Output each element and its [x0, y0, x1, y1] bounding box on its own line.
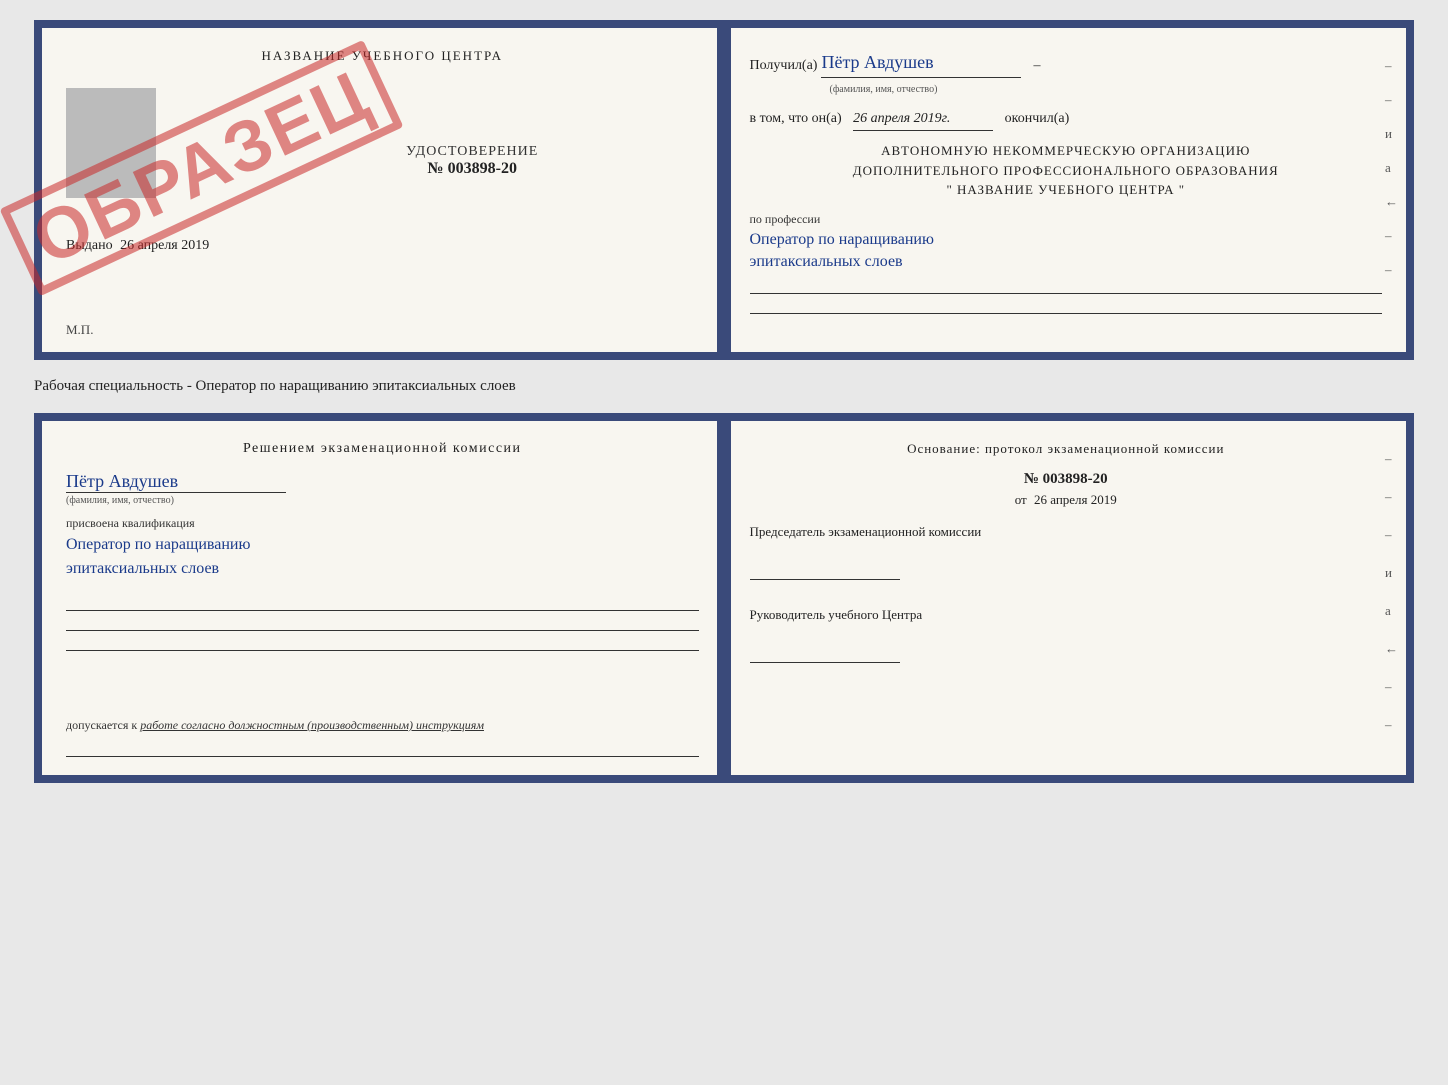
- profession-line2: эпитаксиальных слоев: [750, 253, 903, 270]
- prisvoena-label: присвоена квалификация: [66, 516, 699, 531]
- dash2-r4: и: [1385, 565, 1398, 581]
- spine-2: [717, 421, 731, 775]
- cert2-left: Решением экзаменационной комиссии Пётр А…: [42, 421, 726, 775]
- vtom-line: в том, что он(а) 26 апреля 2019г. окончи…: [750, 108, 1383, 131]
- dash-r5: ←: [1385, 194, 1398, 210]
- right-dashes-1: – – и а ← – –: [1385, 58, 1398, 278]
- dash-r4: а: [1385, 160, 1398, 176]
- ot-label: от: [1015, 492, 1027, 507]
- rukovoditel-signature: [750, 645, 900, 663]
- resheniem-title: Решением экзаменационной комиссии: [66, 441, 699, 457]
- caption-text: Рабочая специальность - Оператор по нара…: [34, 376, 1414, 397]
- photo-placeholder: [66, 88, 156, 198]
- predsedatel-block: Председатель экзаменационной комиссии: [750, 522, 1383, 585]
- vydano-text: Выдано: [66, 238, 113, 253]
- org-line3: " НАЗВАНИЕ УЧЕБНОГО ЦЕНТРА ": [750, 180, 1383, 200]
- dash-r1: –: [1385, 58, 1398, 74]
- cert1-left: НАЗВАНИЕ УЧЕБНОГО ЦЕНТРА УДОСТОВЕРЕНИЕ №…: [42, 28, 726, 352]
- ot-date: 26 апреля 2019: [1034, 492, 1117, 507]
- dash2-r5: а: [1385, 603, 1398, 619]
- dash-r7: –: [1385, 262, 1398, 278]
- dash2-r1: –: [1385, 451, 1398, 467]
- org-line1: АВТОНОМНУЮ НЕКОММЕРЧЕСКУЮ ОРГАНИЗАЦИЮ: [750, 141, 1383, 161]
- underline-2: [750, 296, 1383, 314]
- vtom-label: в том, что он(а): [750, 111, 842, 126]
- dash2-r2: –: [1385, 489, 1398, 505]
- document-wrapper: НАЗВАНИЕ УЧЕБНОГО ЦЕНТРА УДОСТОВЕРЕНИЕ №…: [34, 20, 1414, 783]
- dash-r2: –: [1385, 92, 1398, 108]
- underline-3: [66, 593, 699, 611]
- cert2-name-line: Пётр Авдушев (фамилия, имя, отчество): [66, 471, 699, 506]
- dash-r3: и: [1385, 126, 1398, 142]
- vydano-line: Выдано 26 апреля 2019: [66, 238, 699, 254]
- dash2-r6: ←: [1385, 641, 1398, 657]
- predsedatel-signature: [750, 562, 900, 580]
- spine-1: [717, 28, 731, 352]
- certificate-1: НАЗВАНИЕ УЧЕБНОГО ЦЕНТРА УДОСТОВЕРЕНИЕ №…: [34, 20, 1414, 360]
- poluchil-line: Получил(а) Пётр Авдушев –: [750, 48, 1383, 78]
- dash2-r7: –: [1385, 679, 1398, 695]
- vydano-date: 26 апреля 2019: [120, 238, 209, 253]
- underline-4: [66, 613, 699, 631]
- dopuskaetsya-block: допускается к работе согласно должностны…: [66, 718, 699, 759]
- osnovanie-title: Основание: протокол экзаменационной коми…: [750, 441, 1383, 457]
- dash2-r3: –: [1385, 527, 1398, 543]
- cert1-right-content: Получил(а) Пётр Авдушев – (фамилия, имя,…: [750, 48, 1383, 314]
- udost-label: УДОСТОВЕРЕНИЕ: [246, 144, 699, 160]
- cert1-right: Получил(а) Пётр Авдушев – (фамилия, имя,…: [726, 28, 1407, 352]
- certificate-2: Решением экзаменационной комиссии Пётр А…: [34, 413, 1414, 783]
- profession-line1: Оператор по наращиванию: [750, 231, 934, 248]
- dopuskaetsya-text: работе согласно должностным (производств…: [140, 718, 484, 732]
- udost-number: № 003898-20: [246, 160, 699, 178]
- underline-6: [66, 739, 699, 757]
- mp-label: М.П.: [66, 322, 93, 338]
- org-block: АВТОНОМНУЮ НЕКОММЕРЧЕСКУЮ ОРГАНИЗАЦИЮ ДО…: [750, 141, 1383, 200]
- po-professii: по профессии: [750, 210, 1383, 229]
- cert2-prof-line2: эпитаксиальных слоев: [66, 560, 219, 577]
- dash-1: –: [1033, 55, 1040, 77]
- profession-handwritten: Оператор по наращиванию эпитаксиальных с…: [750, 229, 1383, 274]
- recipient-name: Пётр Авдушев: [821, 48, 1021, 78]
- right-dashes-2: – – – и а ← – –: [1385, 451, 1398, 733]
- cert2-prof-line1: Оператор по наращиванию: [66, 536, 250, 553]
- ot-line: от 26 апреля 2019: [750, 492, 1383, 508]
- vtom-date: 26 апреля 2019г.: [853, 108, 993, 131]
- underline-1: [750, 276, 1383, 294]
- org-line2: ДОПОЛНИТЕЛЬНОГО ПРОФЕССИОНАЛЬНОГО ОБРАЗО…: [750, 161, 1383, 181]
- cert2-fio-hint: (фамилия, имя, отчество): [66, 495, 699, 506]
- poluchil-label: Получил(а): [750, 55, 818, 77]
- dopuskaetsya-label: допускается к: [66, 718, 137, 732]
- cert2-right: Основание: протокол экзаменационной коми…: [726, 421, 1407, 775]
- predsedatel-label: Председатель экзаменационной комиссии: [750, 522, 1383, 542]
- underline-5: [66, 633, 699, 651]
- cert1-title: НАЗВАНИЕ УЧЕБНОГО ЦЕНТРА: [66, 48, 699, 64]
- okonchil-label: окончил(а): [1005, 111, 1070, 126]
- rukovoditel-label: Руководитель учебного Центра: [750, 605, 1383, 625]
- protocol-number: № 003898-20: [750, 471, 1383, 488]
- dash2-r8: –: [1385, 717, 1398, 733]
- rukovoditel-block: Руководитель учебного Центра: [750, 605, 1383, 668]
- dash-r6: –: [1385, 228, 1398, 244]
- profession-block: по профессии Оператор по наращиванию эпи…: [750, 210, 1383, 314]
- fio-hint-1: (фамилия, имя, отчество): [830, 82, 1383, 98]
- cert2-name: Пётр Авдушев: [66, 471, 286, 493]
- cert2-profession: Оператор по наращиванию эпитаксиальных с…: [66, 533, 699, 581]
